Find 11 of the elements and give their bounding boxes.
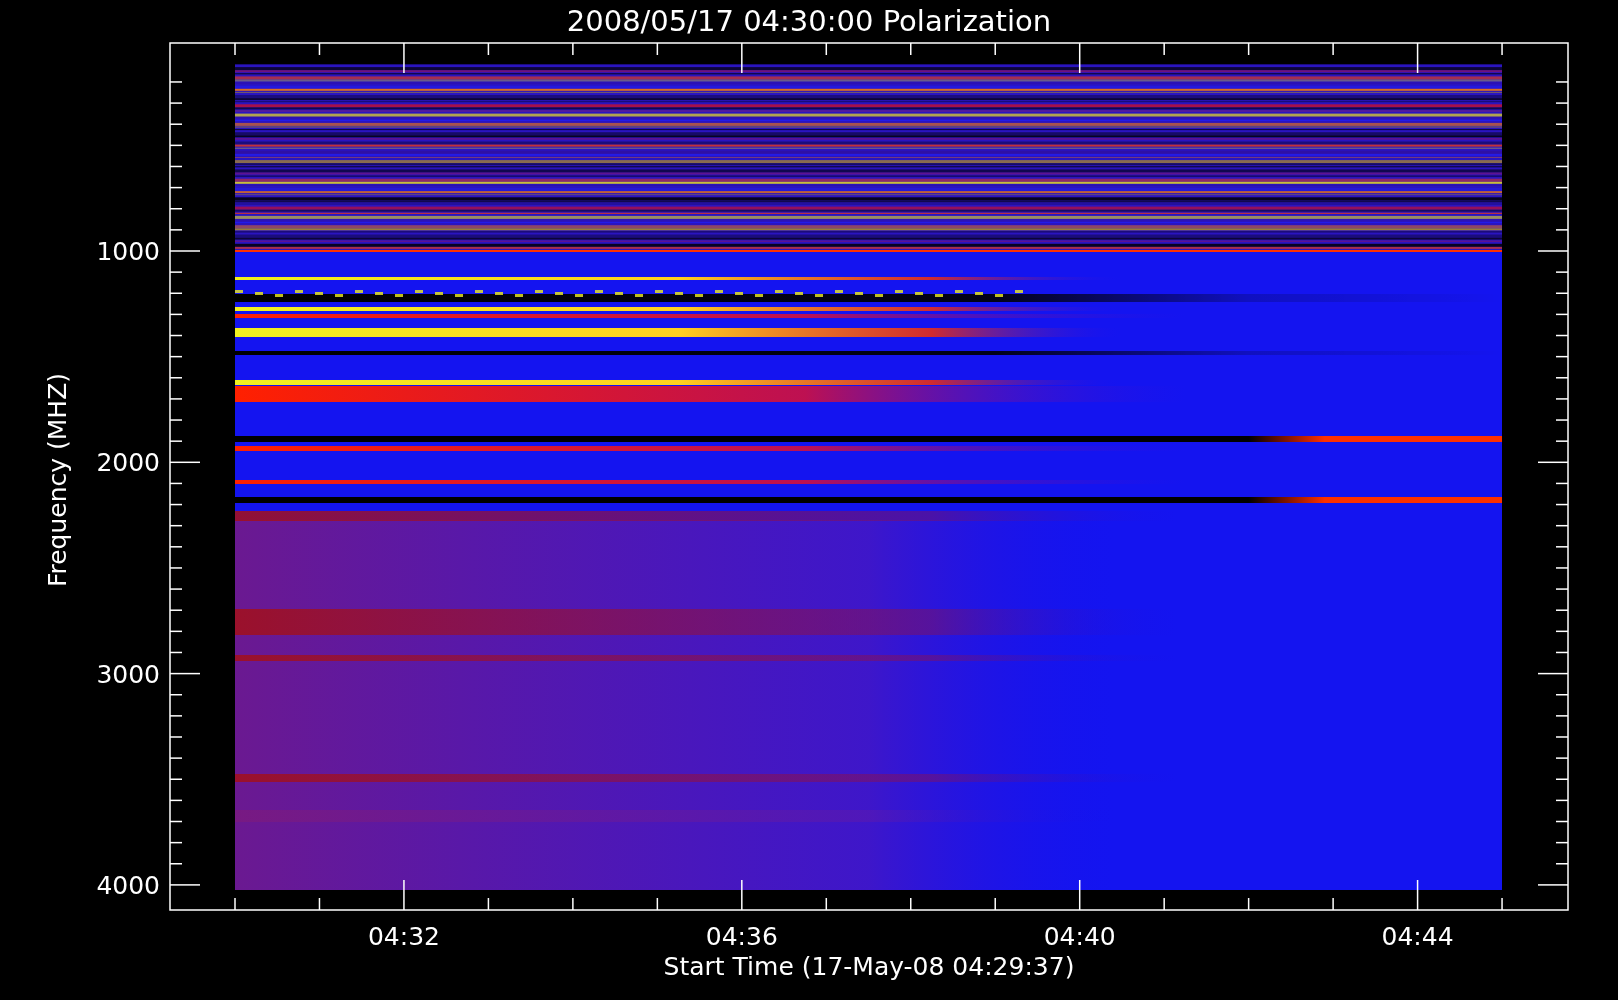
tick-label: 3000 — [96, 659, 160, 689]
axis-label: Start Time (17-May-08 04:29:37) — [663, 952, 1075, 981]
tick-label: 04:36 — [705, 922, 778, 951]
tick-label: 04:32 — [367, 922, 440, 951]
tick-label: 04:44 — [1381, 922, 1454, 951]
tick-label: 1000 — [96, 237, 160, 266]
tick-label: 4000 — [96, 870, 160, 900]
plot-title: 2008/05/17 04:30:00 Polarization — [566, 4, 1052, 38]
tick-label: 04:40 — [1043, 922, 1116, 951]
axis-label: Frequency (MHZ) — [43, 372, 72, 588]
tick-label: 2000 — [96, 448, 160, 478]
